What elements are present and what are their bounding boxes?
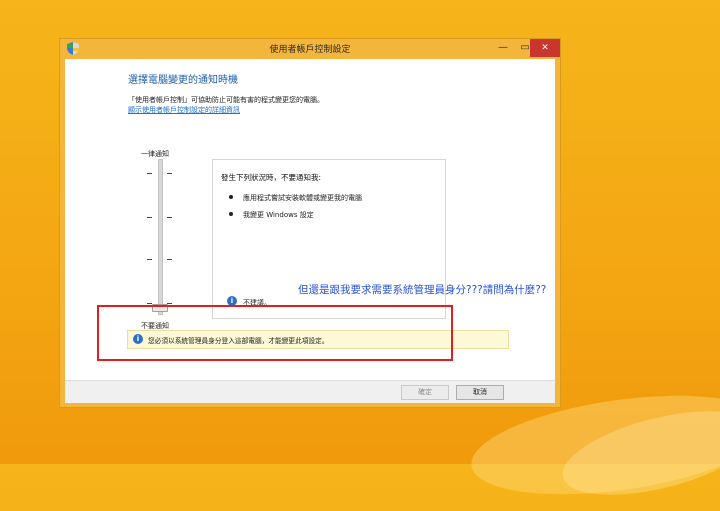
slider-tick-left xyxy=(147,259,152,260)
slider-tick-right xyxy=(167,217,172,218)
close-button[interactable]: ✕ xyxy=(530,39,560,57)
user-annotation-text: 但還是跟我要求需要系統管理員身分???請問為什麼?? xyxy=(298,284,547,296)
panel-title: 發生下列狀況時，不要通知我: xyxy=(221,173,322,182)
ok-button[interactable]: 確定 xyxy=(401,385,449,400)
ok-button-label: 確定 xyxy=(418,388,432,396)
slider-tick-right xyxy=(167,173,172,174)
slider-tick-left xyxy=(147,173,152,174)
highlight-annotation-box xyxy=(97,305,453,361)
list-item-text: 我變更 Windows 設定 xyxy=(243,211,314,219)
slider-tick-left xyxy=(147,217,152,218)
minimize-button[interactable]: — xyxy=(492,39,514,57)
window-title: 使用者帳戶控制設定 xyxy=(269,45,351,55)
slider-tick-right xyxy=(167,259,172,260)
details-link[interactable]: 顯示使用者帳戶控制設定的詳細資訊 xyxy=(128,105,240,115)
list-item-text: 應用程式嘗試安裝軟體或變更我的電腦 xyxy=(243,194,362,202)
bullet-icon xyxy=(229,195,233,199)
bullet-icon xyxy=(229,212,233,216)
notification-slider-track[interactable] xyxy=(158,159,163,315)
slider-top-label: 一律通知 xyxy=(141,150,169,158)
button-bar: 確定 取消 xyxy=(65,380,555,403)
page-heading: 選擇電腦變更的通知時機 xyxy=(128,75,238,86)
cancel-button[interactable]: 取消 xyxy=(456,385,504,400)
cancel-button-label: 取消 xyxy=(473,388,487,396)
title-bar[interactable]: 使用者帳戶控制設定 — ▭ ✕ xyxy=(60,39,560,59)
description-text: 「使用者帳戶控制」可協助防止可能有害的程式變更您的電腦。 xyxy=(128,96,324,104)
